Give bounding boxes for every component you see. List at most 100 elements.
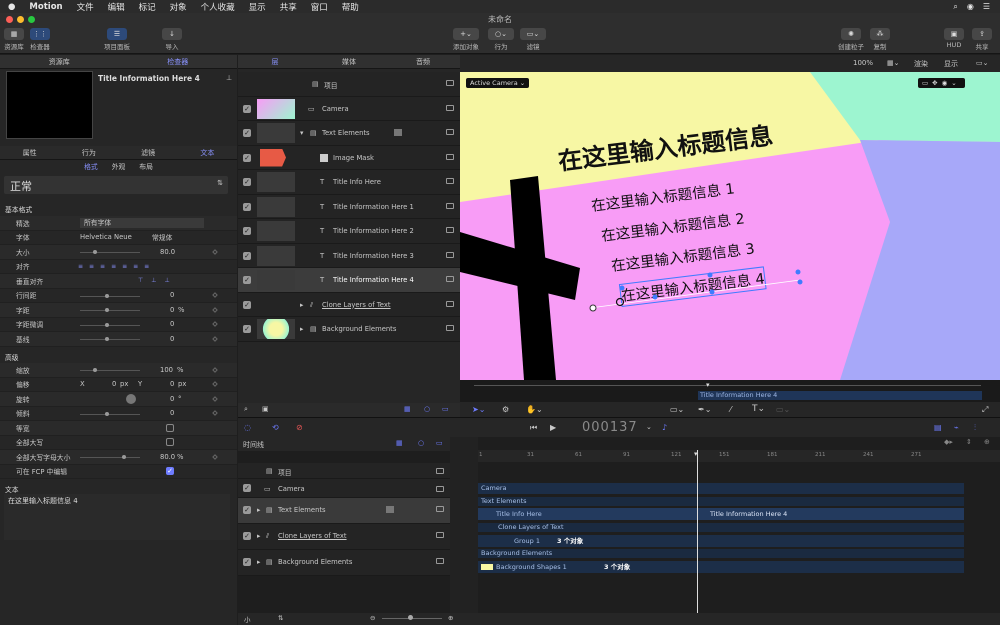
filter-icon[interactable]: ▭ [436, 439, 443, 447]
list-icon[interactable]: ☰ [983, 2, 990, 12]
lock-icon[interactable] [446, 227, 454, 233]
layer-checkbox[interactable]: ✓ [243, 558, 251, 566]
create-particles-button[interactable]: ✺ 创建粒子 [838, 28, 864, 51]
lock-icon[interactable] [446, 129, 454, 135]
close-window-button[interactable] [6, 16, 13, 23]
keyframe-nav-icon[interactable]: ◆▸ [944, 438, 953, 446]
chevron-updown-icon[interactable]: ⇅ [278, 614, 283, 622]
mini-playhead-icon[interactable]: ▾ [706, 381, 710, 389]
play-icon[interactable]: ▶ [550, 423, 556, 432]
lock-icon[interactable] [446, 251, 454, 258]
tracking-knob[interactable] [105, 308, 109, 312]
tab-media[interactable]: 媒体 [312, 57, 386, 67]
layer-clone-layers[interactable]: ✓ ▸ ⫽ Clone Layers of Text [238, 292, 460, 317]
fcp-editable-checkbox[interactable]: ✓ [166, 467, 174, 476]
layer-title-information-4[interactable]: ✓ T Title Information Here 4 [238, 268, 460, 293]
size-slider-knob[interactable] [93, 249, 97, 254]
audio-icon[interactable]: ♪ [662, 423, 667, 432]
rotation-dial[interactable] [126, 394, 136, 404]
pen-tool-icon[interactable]: ✒⌄ [698, 405, 711, 414]
scale-knob[interactable] [93, 368, 97, 372]
tab-inspector[interactable]: 检查器 [119, 57, 238, 67]
kerning-value[interactable]: 0 [170, 320, 174, 328]
lock-icon[interactable] [446, 325, 454, 331]
fullscreen-icon[interactable]: ⤢ [982, 405, 988, 415]
timeline-clone-row[interactable]: ✓ ▸ ⫽ Clone Layers of Text [238, 524, 450, 550]
layer-checkbox[interactable]: ✓ [243, 104, 251, 113]
menu-object[interactable]: 对象 [170, 1, 187, 13]
inspector-button[interactable]: ⋮⋮ 检查器 [30, 28, 50, 51]
shape-tool-icon[interactable]: ▭⌄ [670, 405, 684, 414]
library-button[interactable]: ▦ 资源库 [4, 28, 24, 51]
line-spacing-knob[interactable] [105, 293, 109, 298]
bar-camera[interactable]: Camera [478, 483, 964, 494]
tab-audio[interactable]: 音频 [386, 57, 460, 67]
tab-appearance[interactable]: 外观 [112, 161, 126, 173]
import-button[interactable]: ↓ 导入 [162, 28, 182, 51]
slant-slider[interactable] [80, 413, 140, 415]
canvas[interactable]: Active Camera ⌄ ▭✥◉⌄ 在这里输入标题信息 在这里输入标题信息… [460, 72, 1000, 380]
replicate-button[interactable]: ⁂ 复制 [870, 28, 890, 51]
font-family-popup[interactable]: Helvetica Neue [80, 233, 132, 241]
bar-background-elements[interactable]: Background Elements [478, 549, 964, 558]
anchor-handle[interactable] [589, 304, 597, 312]
resize-handle[interactable] [709, 289, 715, 295]
timeline-text-elements-row[interactable]: ✓ ▸ ▤ Text Elements [238, 498, 450, 524]
lock-icon[interactable] [436, 486, 444, 492]
line-spacing-value[interactable]: 0 [170, 291, 174, 299]
layer-camera[interactable]: ✓ ▭ Camera [238, 96, 460, 121]
offset-x-value[interactable]: 0 [112, 380, 116, 388]
timeline-toggle-icon[interactable]: ▤ [934, 423, 942, 432]
go-to-start-icon[interactable]: ⏮ [530, 423, 537, 433]
menu-mark[interactable]: 标记 [139, 1, 156, 13]
zoom-in-icon[interactable]: ⊕ [984, 438, 990, 446]
layer-checkbox[interactable]: ✓ [243, 153, 251, 162]
bar-group-1[interactable]: Group 1 3 个对象 [478, 535, 964, 547]
disclosure-down-icon[interactable]: ▾ [300, 129, 303, 137]
layer-checkbox[interactable]: ✓ [243, 506, 251, 514]
baseline-slider[interactable] [80, 339, 140, 340]
tab-layout[interactable]: 布局 [139, 161, 153, 173]
scale-slider[interactable] [80, 370, 140, 371]
keyframe-icon[interactable] [212, 306, 218, 313]
tab-format[interactable]: 格式 [84, 161, 98, 173]
vertical-alignment-buttons[interactable]: ⊤⊥⊥ [138, 277, 178, 284]
lock-icon[interactable] [436, 506, 444, 512]
disclosure-right-icon[interactable]: ▸ [257, 558, 260, 566]
keyframe-icon[interactable] [212, 395, 218, 402]
all-caps-checkbox[interactable] [166, 438, 174, 447]
menu-view[interactable]: 显示 [249, 1, 266, 13]
slant-value[interactable]: 0 [170, 409, 174, 417]
lock-icon[interactable] [436, 532, 444, 538]
layer-title-info-here[interactable]: ✓ T Title Info Here [238, 170, 460, 195]
timecode-display[interactable]: 000137 [582, 420, 638, 435]
layer-checkbox[interactable]: ✓ [243, 178, 251, 186]
keyframe-icon[interactable] [212, 248, 218, 255]
resize-handle[interactable] [797, 279, 803, 285]
bar-title-info-here[interactable]: Title Info Here Title Information Here 4 [478, 508, 964, 520]
offset-y-value[interactable]: 0 [170, 380, 174, 388]
layer-checkbox[interactable]: ✓ [243, 129, 251, 137]
rotation-value[interactable]: 0 [170, 395, 174, 403]
tab-behaviors[interactable]: 行为 [59, 148, 118, 158]
timeline-background-row[interactable]: ✓ ▸ ▤ Background Elements [238, 550, 450, 576]
lock-icon[interactable] [446, 300, 454, 307]
menu-edit[interactable]: 编辑 [108, 1, 125, 13]
baseline-value[interactable]: 0 [170, 335, 174, 343]
disclosure-right-icon[interactable]: ▸ [300, 325, 303, 333]
lock-icon[interactable] [446, 202, 454, 209]
lock-icon[interactable] [446, 153, 454, 160]
mini-timeline[interactable]: ▾ Title Information Here 4 [460, 380, 1000, 402]
lock-icon[interactable] [436, 558, 444, 564]
disclosure-right-icon[interactable]: ▸ [300, 301, 303, 309]
select-tool-icon[interactable]: ➤⌄ [472, 405, 485, 414]
mini-timeline-bar[interactable]: Title Information Here 4 [698, 391, 982, 400]
timeline-camera-row[interactable]: ✓ ▭ Camera [238, 479, 450, 498]
keyframe-editor-icon[interactable]: ⌁ [954, 423, 959, 432]
tab-layers[interactable]: 层 [238, 57, 312, 67]
pan-tool-icon[interactable]: ✋⌄ [526, 405, 543, 414]
hud-button[interactable]: ▣ HUD [944, 28, 964, 49]
record-options-icon[interactable]: ◌ [244, 423, 251, 432]
keyframe-icon[interactable] [212, 321, 218, 328]
user-avatar-icon[interactable]: ◉ [967, 2, 974, 12]
